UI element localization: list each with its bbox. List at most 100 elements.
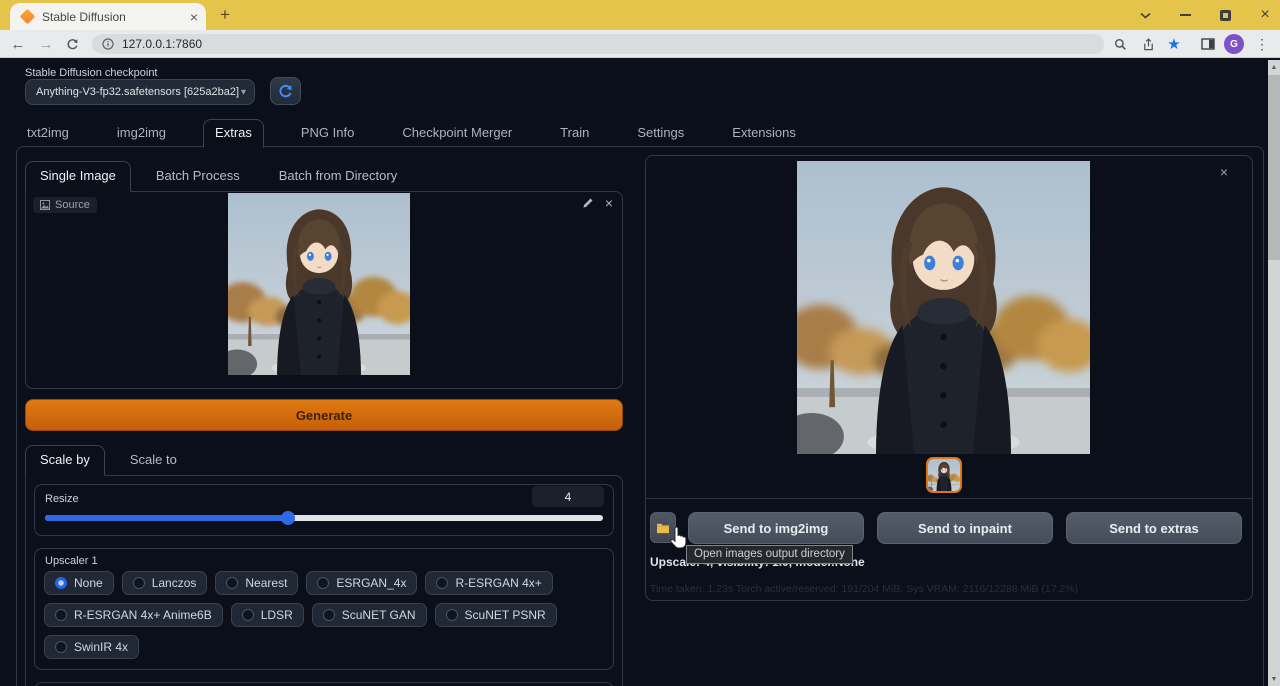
forward-icon[interactable]: →	[36, 30, 56, 58]
back-icon[interactable]: ←	[8, 30, 28, 58]
tab-batch-from-directory[interactable]: Batch from Directory	[265, 162, 411, 191]
source-label: Source	[55, 199, 90, 211]
main-tabs: txt2img img2img Extras PNG Info Checkpoi…	[16, 119, 807, 147]
radio-resrgan-anime6b[interactable]: R-ESRGAN 4x+ Anime6B	[44, 603, 223, 627]
mouse-cursor-hand	[668, 527, 688, 549]
radio-lanczos[interactable]: Lanczos	[122, 571, 208, 595]
menu-kebab-icon[interactable]: ⋮	[1252, 30, 1272, 58]
url-bar[interactable]: 127.0.0.1:7860	[92, 34, 1104, 54]
checkpoint-value: Anything-V3-fp32.safetensors [625a2ba2]	[36, 86, 241, 98]
screen: Stable Diffusion × + × ← → 127.0.0.1:786…	[0, 0, 1280, 686]
tab-close-icon[interactable]: ×	[190, 10, 198, 24]
radio-scunet-gan[interactable]: ScuNET GAN	[312, 603, 427, 627]
image-icon	[40, 200, 50, 210]
send-to-extras-button[interactable]: Send to extras	[1066, 512, 1242, 544]
source-chip: Source	[33, 197, 97, 213]
radio-icon	[226, 577, 238, 589]
tab-scale-by[interactable]: Scale by	[25, 445, 105, 476]
extras-tab-content: Single Image Batch Process Batch from Di…	[16, 146, 1264, 686]
tab-title: Stable Diffusion	[42, 10, 190, 24]
tab-checkpoint-merger[interactable]: Checkpoint Merger	[391, 120, 523, 147]
send-to-inpaint-button[interactable]: Send to inpaint	[877, 512, 1053, 544]
browser-titlebar: Stable Diffusion × + ×	[0, 0, 1280, 30]
checkpoint-label: Stable Diffusion checkpoint	[25, 67, 158, 79]
close-button[interactable]: ×	[1258, 8, 1272, 22]
maximize-button[interactable]	[1218, 8, 1232, 22]
result-image[interactable]	[797, 161, 1090, 454]
avatar[interactable]: G	[1224, 34, 1244, 54]
scroll-up-icon[interactable]: ▲	[1268, 60, 1280, 74]
refresh-checkpoints-button[interactable]	[270, 77, 301, 105]
upscaler1-group: Upscaler 1 None Lanczos Nearest ESRGAN_4…	[34, 548, 614, 670]
radio-icon	[55, 577, 67, 589]
radio-none[interactable]: None	[44, 571, 114, 595]
radio-esrgan4x[interactable]: ESRGAN_4x	[306, 571, 417, 595]
tab-train[interactable]: Train	[549, 120, 600, 147]
tab-png-info[interactable]: PNG Info	[290, 120, 365, 147]
upscaler1-options: None Lanczos Nearest ESRGAN_4x R-ESRGAN …	[44, 571, 604, 659]
radio-scunet-psnr[interactable]: ScuNET PSNR	[435, 603, 557, 627]
radio-ldsr[interactable]: LDSR	[231, 603, 304, 627]
source-image-dropzone[interactable]: Source ×	[26, 192, 622, 388]
chevron-down-icon[interactable]	[1138, 8, 1152, 22]
stable-diffusion-webui: Stable Diffusion checkpoint Anything-V3-…	[0, 58, 1280, 686]
radio-icon	[133, 577, 145, 589]
scale-by-panel: Resize 4 Upscaler 1 None Lanczos	[25, 475, 623, 686]
browser-tab[interactable]: Stable Diffusion ×	[10, 3, 206, 30]
radio-swinir4x[interactable]: SwinIR 4x	[44, 635, 139, 659]
resize-label: Resize	[45, 493, 79, 505]
resize-slider[interactable]	[45, 515, 603, 521]
scroll-down-icon[interactable]: ▼	[1268, 672, 1280, 686]
edit-pencil-icon[interactable]	[582, 197, 594, 209]
tooltip: Open images output directory	[686, 545, 853, 564]
result-thumbnail[interactable]	[926, 457, 962, 493]
tab-settings[interactable]: Settings	[626, 120, 695, 147]
generate-button[interactable]: Generate	[25, 399, 623, 431]
new-tab-button[interactable]: +	[214, 4, 236, 26]
results-panel: × Send to img2img Send to inpaint Send t…	[645, 155, 1253, 601]
single-image-panel: Source ×	[25, 191, 623, 389]
radio-icon	[242, 609, 254, 621]
tab-extensions[interactable]: Extensions	[721, 120, 807, 147]
side-panel-icon[interactable]	[1198, 30, 1218, 58]
bookmark-star-icon[interactable]: ★	[1164, 30, 1184, 58]
share-icon[interactable]	[1138, 30, 1158, 58]
radio-icon	[436, 577, 448, 589]
divider	[646, 498, 1252, 499]
info-icon[interactable]	[102, 38, 114, 50]
tab-img2img[interactable]: img2img	[106, 120, 177, 147]
page-scrollbar[interactable]: ▲ ▼	[1268, 60, 1280, 686]
radio-nearest[interactable]: Nearest	[215, 571, 298, 595]
upscaler2-group: Upscaler 2 None Lanczos Nearest ESRGAN_4…	[34, 682, 614, 686]
scrollbar-thumb[interactable]	[1268, 75, 1280, 260]
minimize-button[interactable]	[1178, 8, 1192, 22]
checkpoint-select[interactable]: Anything-V3-fp32.safetensors [625a2ba2] …	[25, 79, 255, 105]
tab-batch-process[interactable]: Batch Process	[142, 162, 254, 191]
favicon-icon	[20, 9, 36, 25]
footer-stats-text: Time taken: 1.23s Torch active/reserved:…	[650, 583, 1078, 595]
zoom-icon[interactable]	[1110, 30, 1130, 58]
tab-extras[interactable]: Extras	[203, 119, 264, 148]
source-image[interactable]	[228, 193, 410, 375]
tab-txt2img[interactable]: txt2img	[16, 120, 80, 147]
scale-tabs: Scale by Scale to	[25, 444, 623, 475]
source-tabs: Single Image Batch Process Batch from Di…	[25, 160, 623, 191]
clear-image-icon[interactable]: ×	[605, 197, 613, 209]
close-result-icon[interactable]: ×	[1220, 166, 1228, 178]
resize-group: Resize 4	[34, 484, 614, 536]
resize-number-input[interactable]: 4	[532, 486, 604, 507]
send-to-img2img-button[interactable]: Send to img2img	[688, 512, 864, 544]
tab-single-image[interactable]: Single Image	[25, 161, 131, 192]
tab-scale-to[interactable]: Scale to	[116, 446, 191, 475]
radio-icon	[55, 641, 67, 653]
upscaler1-label: Upscaler 1	[45, 555, 604, 567]
radio-icon	[317, 577, 329, 589]
radio-icon	[55, 609, 67, 621]
slider-handle[interactable]	[281, 511, 295, 525]
thumbnail-image	[928, 459, 960, 491]
radio-icon	[323, 609, 335, 621]
browser-toolbar: ← → 127.0.0.1:7860 ★ G ⋮	[0, 30, 1280, 58]
reload-icon[interactable]	[62, 30, 82, 58]
radio-resrgan4x[interactable]: R-ESRGAN 4x+	[425, 571, 552, 595]
chevron-down-icon: ▾	[241, 87, 246, 98]
